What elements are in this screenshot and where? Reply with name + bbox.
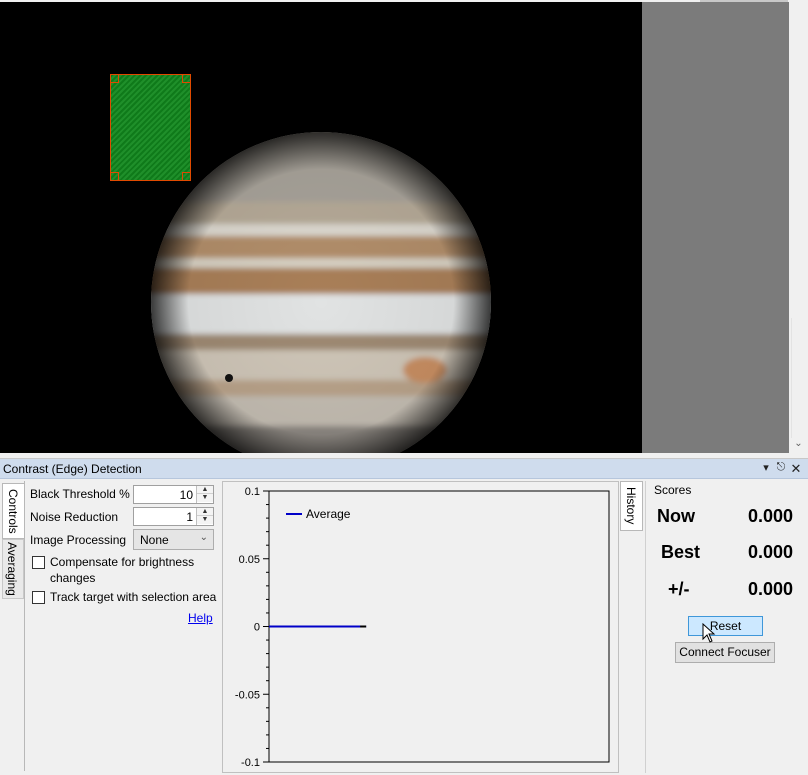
legend-label: Average: [306, 507, 351, 521]
decrement-icon[interactable]: ▼: [197, 516, 213, 524]
scores-title: Scores: [654, 483, 692, 497]
history-chart: 0.1 0.05 0 -0.05 -0.1 Average: [222, 481, 619, 773]
decrement-icon[interactable]: ▼: [197, 494, 213, 502]
controls-pane: Black Threshold % 10 ▲ ▼ Noise Reduction…: [27, 481, 220, 773]
scrollbar-thumb[interactable]: [791, 0, 806, 318]
compensate-label: Compensate for brightness changes: [50, 555, 195, 585]
black-threshold-value[interactable]: 10: [180, 488, 193, 502]
selection-handle-tl[interactable]: [110, 74, 119, 83]
noise-reduction-label: Noise Reduction: [30, 510, 119, 524]
help-link[interactable]: Help: [188, 611, 213, 625]
best-value: 0.000: [747, 542, 793, 562]
now-label: Now: [657, 506, 695, 526]
y-tick-label: 0.1: [245, 486, 260, 498]
dropdown-icon[interactable]: ▾: [759, 461, 773, 474]
track-target-label: Track target with selection area: [50, 590, 217, 604]
stepper-buttons: ▲ ▼: [196, 508, 213, 525]
y-tick-label: -0.1: [241, 757, 260, 769]
track-target-checkbox[interactable]: [32, 591, 45, 604]
chart-svg: 0.1 0.05 0 -0.05 -0.1 Average: [235, 486, 610, 769]
image-processing-label: Image Processing: [30, 533, 127, 547]
image-processing-select[interactable]: None ⌄: [133, 529, 214, 550]
close-icon[interactable]: ✕: [789, 461, 803, 477]
scroll-down-icon[interactable]: ⌄: [791, 438, 806, 449]
image-viewer: ⌄: [0, 0, 808, 455]
scores-pane: Scores Now 0.000 Best 0.000 +/- 0.000 Re…: [645, 481, 805, 773]
tab-history[interactable]: History: [620, 481, 643, 531]
tab-averaging[interactable]: Averaging: [2, 539, 24, 599]
black-threshold-label: Black Threshold %: [30, 487, 130, 501]
selection-handle-bl[interactable]: [110, 172, 119, 181]
noise-reduction-stepper[interactable]: 1 ▲ ▼: [133, 507, 214, 526]
selection-handle-tr[interactable]: [182, 74, 191, 83]
now-value: 0.000: [747, 506, 793, 526]
panel-title-bar: Contrast (Edge) Detection ▾ ⎋ ✕: [0, 459, 808, 479]
black-threshold-stepper[interactable]: 10 ▲ ▼: [133, 485, 214, 504]
pin-icon[interactable]: ⎋: [774, 461, 788, 474]
panel-title: Contrast (Edge) Detection: [3, 462, 142, 476]
reset-button[interactable]: Reset: [688, 616, 763, 636]
chevron-down-icon: ⌄: [199, 532, 208, 543]
scrollbar-track[interactable]: [791, 318, 806, 438]
compensate-checkbox[interactable]: [32, 556, 45, 569]
vertical-scrollbar[interactable]: ⌄: [789, 0, 808, 455]
y-tick-label: 0: [254, 622, 260, 634]
y-tick-label: 0.05: [239, 554, 260, 566]
delta-value: 0.000: [747, 579, 793, 599]
contrast-panel: Contrast (Edge) Detection ▾ ⎋ ✕ Controls…: [0, 458, 808, 775]
viewer-background: [642, 2, 789, 453]
increment-icon[interactable]: ▲: [197, 508, 213, 516]
image-canvas[interactable]: [0, 2, 642, 453]
mouse-cursor-icon: [702, 623, 716, 643]
y-tick-label: -0.05: [235, 689, 260, 701]
selection-handle-br[interactable]: [182, 172, 191, 181]
increment-icon[interactable]: ▲: [197, 486, 213, 494]
image-processing-value: None: [140, 533, 169, 547]
planet-image: [151, 132, 491, 453]
connect-focuser-button[interactable]: Connect Focuser: [675, 642, 775, 663]
noise-reduction-value[interactable]: 1: [186, 510, 193, 524]
selection-area[interactable]: [110, 74, 191, 181]
vertical-tab-strip: Controls Averaging: [2, 481, 25, 771]
delta-label: +/-: [668, 579, 690, 599]
tab-controls[interactable]: Controls: [2, 483, 24, 539]
best-label: Best: [661, 542, 701, 562]
stepper-buttons: ▲ ▼: [196, 486, 213, 503]
